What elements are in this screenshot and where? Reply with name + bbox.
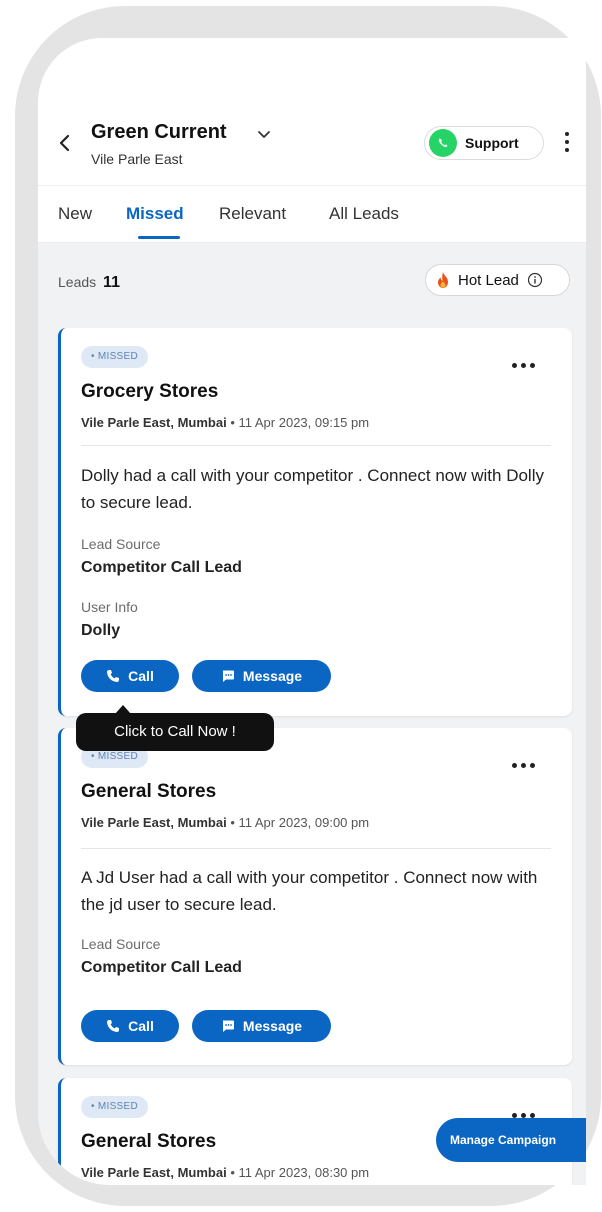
lead-title: General Stores — [81, 781, 217, 802]
lead-source-label: Lead Source — [81, 936, 161, 952]
separator: • — [226, 1165, 239, 1180]
lead-location-time: Vile Parle East, Mumbai • 11 Apr 2023, 0… — [81, 415, 369, 430]
call-button[interactable]: Call — [81, 660, 179, 692]
tab-relevant[interactable]: Relevant — [219, 204, 286, 224]
support-label: Support — [465, 135, 519, 151]
status-badge: • MISSED — [81, 346, 149, 368]
lead-card[interactable]: • MISSED General Stores Vile Parle East,… — [58, 728, 572, 1065]
message-button[interactable]: Message — [192, 1010, 331, 1042]
lead-description: A Jd User had a call with your competito… — [81, 868, 538, 914]
support-button[interactable]: Support — [424, 126, 544, 160]
divider — [81, 445, 551, 446]
message-icon — [222, 1020, 234, 1032]
lead-location-time: Vile Parle East, Mumbai • 11 Apr 2023, 0… — [81, 815, 369, 830]
header: Green Current Vile Parle East Support — [38, 38, 586, 185]
page-title[interactable]: Green Current — [91, 121, 227, 144]
back-icon[interactable] — [54, 128, 76, 158]
manage-campaign-button[interactable]: Manage Campaign — [436, 1118, 586, 1162]
phone-icon — [107, 670, 120, 682]
more-vertical-icon[interactable] — [562, 130, 572, 158]
status-badge: • MISSED — [81, 1096, 149, 1118]
user-info-value: Dolly — [81, 622, 121, 639]
user-info-label: User Info — [81, 599, 138, 615]
info-icon[interactable] — [527, 272, 543, 288]
call-button[interactable]: Call — [81, 1010, 179, 1042]
call-tooltip: Click to Call Now ! — [76, 713, 274, 751]
call-label: Call — [128, 1018, 154, 1034]
lead-title: Grocery Stores — [81, 381, 219, 402]
divider — [81, 848, 551, 849]
hot-lead-filter-button[interactable]: Hot Lead — [425, 264, 570, 296]
call-label: Call — [128, 668, 154, 684]
lead-location: Vile Parle East, Mumbai — [81, 415, 227, 430]
phone-icon — [107, 1020, 120, 1032]
separator: • — [226, 415, 239, 430]
message-icon — [222, 670, 234, 682]
lead-datetime: 11 Apr 2023, 09:00 pm — [238, 815, 370, 830]
separator: • — [226, 815, 239, 830]
lead-location-time: Vile Parle East, Mumbai • 11 Apr 2023, 0… — [81, 1165, 369, 1180]
active-tab-indicator — [138, 236, 180, 239]
lead-source-value: Competitor Call Lead — [81, 559, 242, 576]
more-horizontal-icon[interactable] — [512, 1105, 542, 1118]
lead-datetime: 11 Apr 2023, 08:30 pm — [238, 1165, 370, 1180]
flame-icon — [438, 272, 448, 288]
location-subtitle: Vile Parle East — [91, 151, 183, 167]
chevron-down-icon[interactable] — [256, 128, 272, 142]
lead-location: Vile Parle East, Mumbai — [81, 1165, 227, 1180]
whatsapp-icon — [429, 129, 457, 157]
lead-location: Vile Parle East, Mumbai — [81, 815, 227, 830]
lead-tabs: New Missed Relevant All Leads — [38, 185, 586, 243]
leads-label: Leads — [58, 274, 97, 290]
more-horizontal-icon[interactable] — [512, 755, 542, 768]
lead-source-label: Lead Source — [81, 536, 161, 552]
tab-all-leads[interactable]: All Leads — [329, 204, 399, 224]
tab-missed[interactable]: Missed — [126, 204, 184, 224]
message-label: Message — [242, 668, 303, 684]
lead-source-value: Competitor Call Lead — [81, 959, 242, 976]
tab-new[interactable]: New — [58, 204, 92, 224]
leads-summary-bar: Leads 11 Hot Lead — [38, 244, 586, 312]
app-screen: Green Current Vile Parle East Support Ne… — [38, 38, 586, 1185]
leads-count-value: 11 — [103, 274, 120, 291]
lead-card[interactable]: • MISSED Grocery Stores Vile Parle East,… — [58, 328, 572, 716]
more-horizontal-icon[interactable] — [512, 355, 542, 368]
message-button[interactable]: Message — [192, 660, 331, 692]
hot-lead-label: Hot Lead — [458, 271, 519, 289]
lead-description: Dolly had a call with your competitor . … — [81, 466, 544, 512]
lead-title: General Stores — [81, 1131, 217, 1152]
leads-count: Leads 11 — [58, 274, 120, 292]
lead-datetime: 11 Apr 2023, 09:15 pm — [238, 415, 370, 430]
message-label: Message — [242, 1018, 303, 1034]
